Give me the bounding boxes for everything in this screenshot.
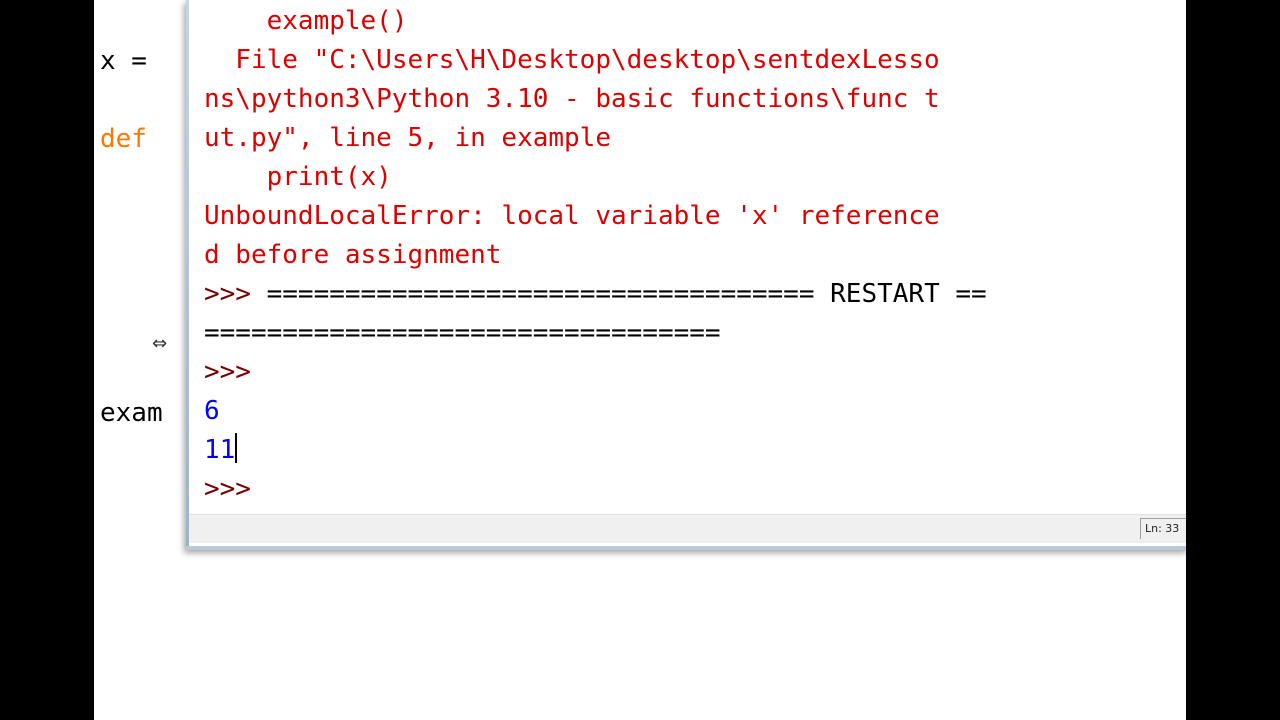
output-line-with-caret[interactable]: 11	[204, 431, 1186, 470]
shell-prompt: >>>	[204, 357, 267, 387]
editor-line-assign[interactable]: x =	[100, 42, 163, 81]
shell-prompt: >>>	[204, 279, 267, 309]
error-message-line: d before assignment	[204, 240, 502, 270]
status-bar: Ln: 33	[189, 514, 1186, 543]
output-line: 6	[204, 396, 220, 426]
traceback-line: ut.py", line 5, in example	[204, 123, 611, 153]
traceback-line: ns\python3\Python 3.10 - basic functions…	[204, 84, 940, 114]
shell-output-area[interactable]: example() File "C:\Users\H\Desktop\deskt…	[204, 2, 1186, 512]
text-cursor	[235, 433, 238, 463]
resize-horizontal-icon: ⇔	[152, 333, 168, 354]
screen: x = def exam ⇔ example() File "C:\Users\…	[94, 0, 1186, 720]
traceback-line: print(x)	[204, 162, 392, 192]
restart-separator: =================================== REST…	[266, 279, 987, 309]
line-number-indicator: Ln: 33	[1140, 518, 1186, 539]
editor-line-call[interactable]: exam	[100, 394, 163, 433]
window-border[interactable]	[186, 0, 189, 546]
shell-prompt-active[interactable]: >>>	[204, 470, 1186, 509]
traceback-line: File "C:\Users\H\Desktop\desktop\sentdex…	[204, 45, 940, 75]
restart-line: >>> =================================== …	[204, 275, 1186, 314]
error-message-line: UnboundLocalError: local variable 'x' re…	[204, 201, 940, 231]
restart-separator-continued: =================================	[204, 318, 721, 348]
output-value: 11	[204, 435, 236, 465]
editor-line-def[interactable]: def	[100, 120, 147, 159]
traceback-line: example()	[204, 6, 408, 36]
python-shell-window[interactable]: example() File "C:\Users\H\Desktop\deskt…	[186, 0, 1186, 550]
